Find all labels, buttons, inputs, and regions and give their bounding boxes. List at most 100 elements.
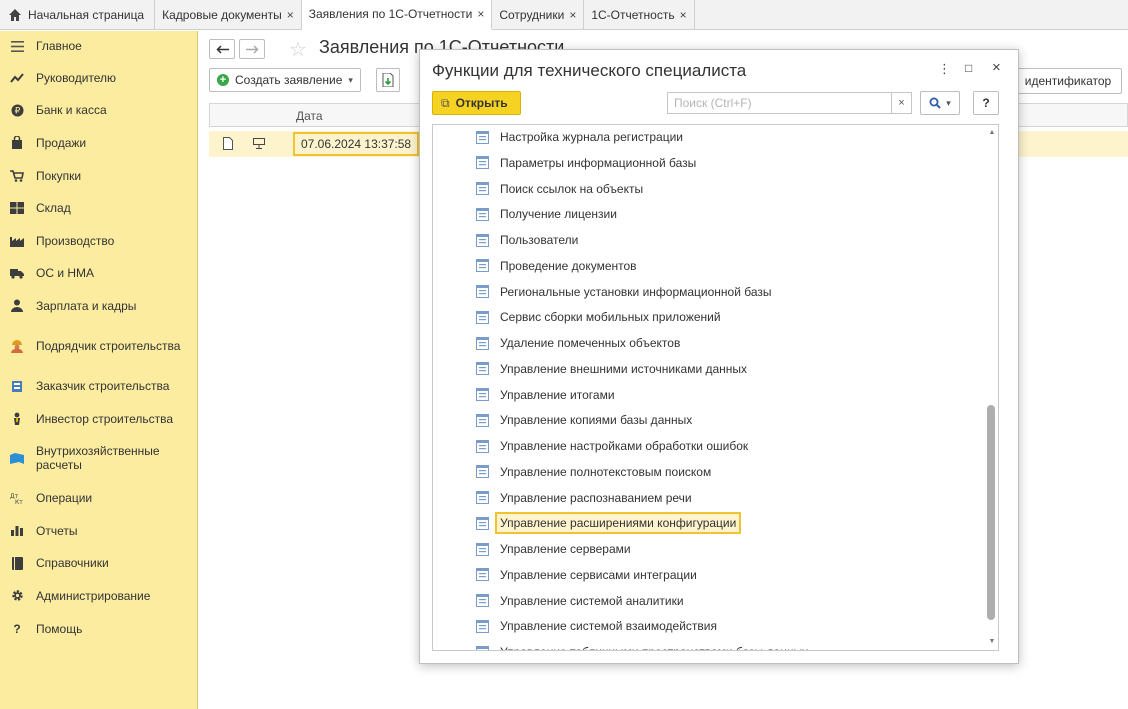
list-item-label: Управление полнотекстовым поиском (500, 464, 712, 479)
sidebar-item-customer[interactable]: Заказчик строительства (0, 370, 197, 402)
maximize-icon[interactable]: □ (965, 61, 972, 75)
search-input[interactable] (667, 92, 892, 114)
svg-text:₽: ₽ (14, 106, 20, 116)
form-icon (476, 259, 489, 273)
list-item[interactable]: Настройка журнала регистрации (433, 126, 688, 148)
document-arrow-icon (382, 73, 394, 87)
open-button[interactable]: ⧉ Открыть (432, 91, 521, 115)
favorite-star-icon[interactable]: ☆ (289, 37, 307, 62)
search-button[interactable]: ▾ (920, 91, 960, 115)
sidebar-item-fixed-assets[interactable]: ОС и НМА (0, 257, 197, 289)
column-header-date[interactable]: Дата (296, 109, 323, 123)
sidebar-item-manager[interactable]: Руководителю (0, 61, 197, 94)
list-item[interactable]: Управление расширениями конфигурации (433, 512, 742, 535)
list-item-label: Поиск ссылок на объекты (500, 181, 644, 196)
help-button[interactable]: ? (973, 91, 999, 115)
sidebar-item-salary[interactable]: Зарплата и кадры (0, 289, 197, 322)
sidebar-item-label: Справочники (36, 556, 109, 570)
arrow-right-icon (245, 44, 259, 54)
list-item[interactable]: Поиск ссылок на объекты (433, 178, 648, 200)
tab-label: Заявления по 1С-Отчетности (308, 7, 473, 21)
home-icon (9, 8, 21, 21)
close-icon[interactable]: × (477, 7, 484, 21)
more-options-icon[interactable]: ⋮ (938, 61, 951, 77)
list-item-label: Удаление помеченных объектов (500, 336, 681, 350)
list-item[interactable]: Управление полнотекстовым поиском (433, 461, 716, 483)
list-item[interactable]: Проведение документов (433, 255, 642, 277)
list-item[interactable]: Управление серверами (433, 538, 636, 560)
sidebar-item-internal-settlements[interactable]: Внутрихозяйственные расчеты (0, 435, 197, 481)
form-icon (476, 156, 489, 170)
list-item[interactable]: Управление внешними источниками данных (433, 358, 752, 380)
form-icon (476, 491, 489, 504)
list-item[interactable]: Управление системой взаимодействия (433, 615, 722, 637)
svg-text:Кт: Кт (15, 499, 23, 504)
list-item[interactable]: Пользователи (433, 229, 583, 251)
list-item[interactable]: Параметры информационной базы (433, 152, 701, 174)
export-document-button[interactable] (376, 68, 400, 92)
builder-icon (10, 339, 24, 353)
back-button[interactable] (209, 39, 235, 59)
close-icon[interactable]: × (287, 8, 294, 22)
sidebar-item-bank[interactable]: ₽ Банк и касса (0, 94, 197, 126)
sidebar-item-investor[interactable]: Инвестор строительства (0, 402, 197, 435)
close-icon[interactable]: × (680, 8, 687, 22)
tab-applications[interactable]: Заявления по 1С-Отчетности × (301, 0, 493, 30)
sidebar-item-reports[interactable]: Отчеты (0, 514, 197, 547)
list-item-label: Управление расширениями конфигурации (495, 512, 742, 535)
list-item[interactable]: Удаление помеченных объектов (433, 332, 685, 354)
list-item[interactable]: Управление итогами (433, 384, 620, 406)
bar-chart-icon (10, 524, 24, 538)
tab-home[interactable]: Начальная страница (0, 0, 156, 29)
list-item-label: Пользователи (500, 233, 579, 247)
list-item-label: Управление табличными пространствами баз… (495, 641, 813, 650)
sidebar-item-contractor[interactable]: Подрядчик строительства (0, 322, 197, 370)
form-icon (476, 568, 489, 582)
scroll-up-icon[interactable]: ▲ (987, 129, 997, 136)
plus-icon: + (217, 74, 229, 86)
forward-button[interactable] (239, 39, 265, 59)
close-icon[interactable]: × (569, 8, 576, 22)
sidebar-item-warehouse[interactable]: Склад (0, 192, 197, 224)
list-item[interactable]: Управление системой аналитики (433, 590, 689, 612)
arrow-left-icon (215, 44, 229, 54)
tab-label: Начальная страница (28, 7, 145, 22)
open-button-label: Открыть (455, 96, 508, 110)
list-item[interactable]: Управление сервисами интеграции (433, 564, 702, 586)
clear-search-icon[interactable]: × (892, 92, 912, 114)
list-item[interactable]: Управление распознаванием речи (433, 487, 697, 509)
sidebar-item-main[interactable]: Главное (0, 31, 197, 61)
cell-date[interactable]: 07.06.2024 13:37:58 (293, 132, 420, 156)
computer-icon (253, 138, 265, 149)
sidebar-item-label: Производство (36, 233, 115, 248)
tab-1c-reporting[interactable]: 1С-Отчетность × (584, 0, 695, 29)
investor-icon (10, 412, 24, 426)
tab-employees[interactable]: Сотрудники × (492, 0, 585, 29)
sidebar-item-references[interactable]: Справочники (0, 547, 197, 579)
sidebar-item-sales[interactable]: Продажи (0, 126, 197, 159)
sidebar: Главное Руководителю ₽ Банк и касса Прод… (0, 31, 198, 709)
form-icon (476, 233, 489, 247)
sidebar-item-production[interactable]: Производство (0, 224, 197, 257)
list-item[interactable]: Сервис сборки мобильных приложений (433, 306, 726, 328)
sidebar-item-purchases[interactable]: Покупки (0, 159, 197, 192)
sidebar-item-administration[interactable]: Администрирование (0, 579, 197, 612)
sidebar-item-help[interactable]: ? Помощь (0, 612, 197, 645)
book-icon (10, 556, 24, 570)
list-item-label: Управление распознаванием речи (500, 490, 692, 505)
scroll-down-icon[interactable]: ▼ (987, 638, 997, 645)
identifier-button[interactable]: идентификатор (1014, 68, 1122, 94)
close-icon[interactable]: × (992, 59, 1001, 76)
list-item[interactable]: Управление копиями базы данных (433, 409, 697, 431)
sidebar-item-operations[interactable]: Дт Кт Операции (0, 481, 197, 514)
list-item[interactable]: Управление настройками обработки ошибок (433, 435, 753, 457)
create-application-button[interactable]: + Создать заявление ▾ (209, 68, 361, 92)
list-item[interactable]: Региональные установки информационной ба… (433, 281, 777, 303)
tab-hr-documents[interactable]: Кадровые документы × (155, 0, 302, 29)
form-icon (476, 388, 489, 401)
list-item-label: Управление системой аналитики (500, 593, 684, 608)
sidebar-item-label: Банк и касса (36, 103, 107, 117)
list-item[interactable]: Получение лицензии (433, 203, 622, 225)
scrollbar-thumb[interactable] (987, 405, 995, 620)
list-item[interactable]: Управление табличными пространствами баз… (433, 641, 813, 650)
